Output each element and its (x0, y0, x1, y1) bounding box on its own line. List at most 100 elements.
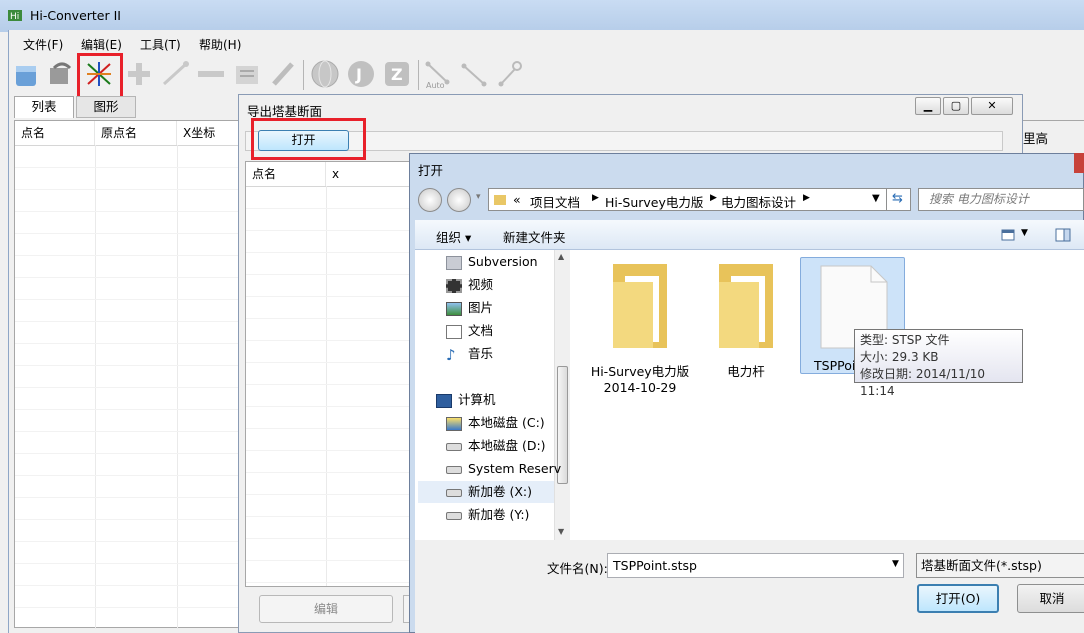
row-divider (246, 450, 414, 451)
column-header-x[interactable]: x (326, 162, 414, 186)
scroll-up-icon[interactable]: ▲ (558, 252, 564, 261)
folder-icon (613, 264, 667, 348)
folder-icon (494, 195, 506, 205)
close-button[interactable]: ✕ (971, 97, 1013, 115)
address-overflow[interactable]: « (513, 192, 521, 207)
filename-dropdown-icon[interactable]: ▼ (892, 559, 899, 569)
nav-item-label: 新加卷 (X:) (468, 484, 533, 499)
globe-icon[interactable] (310, 58, 340, 90)
subversion-icon (446, 255, 462, 270)
z-box-icon[interactable]: Z (382, 58, 412, 90)
row-divider (246, 230, 414, 231)
column-header-name[interactable]: 点名 (15, 121, 95, 145)
navigation-scrollbar[interactable]: ▲ ▼ (554, 250, 570, 540)
history-dropdown-icon[interactable]: ▾ (476, 192, 481, 202)
drive-icon (446, 465, 462, 474)
link-points-icon[interactable] (495, 58, 525, 90)
edit-pen-icon[interactable] (268, 58, 298, 90)
drive-icon (446, 511, 462, 520)
nav-item-label: 本地磁盘 (C:) (468, 415, 545, 430)
export-icon[interactable] (46, 58, 76, 90)
open-button[interactable]: 打开 (258, 130, 349, 151)
address-dropdown-icon[interactable]: ▼ (872, 193, 880, 204)
row-divider (246, 472, 414, 473)
row-divider (15, 541, 238, 542)
add-icon[interactable] (124, 58, 154, 90)
search-input[interactable]: 搜索 电力图标设计 (918, 188, 1084, 211)
auto-label: Auto (426, 81, 445, 90)
scroll-down-icon[interactable]: ▼ (558, 527, 564, 536)
cancel-button[interactable]: 取消 (1017, 584, 1084, 613)
address-segment[interactable]: Hi-Survey电力版 (605, 192, 703, 211)
menu-edit[interactable]: 编辑(E) (81, 36, 122, 53)
row-divider (246, 252, 414, 253)
chevron-right-icon[interactable]: ▶ (592, 193, 599, 203)
tab-graphic[interactable]: 图形 (76, 96, 136, 118)
nav-item-label: 本地磁盘 (D:) (468, 438, 546, 453)
column-header-x[interactable]: X坐标 (177, 121, 239, 145)
row-divider (246, 538, 414, 539)
new-folder-button[interactable]: 新建文件夹 (503, 227, 566, 246)
row-divider (246, 582, 414, 583)
column-header-name[interactable]: 点名 (246, 162, 326, 186)
preview-pane-icon[interactable] (1055, 228, 1071, 242)
menu-file[interactable]: 文件(F) (23, 36, 63, 53)
row-divider (246, 494, 414, 495)
chevron-right-icon[interactable]: ▶ (803, 193, 810, 203)
edit-button[interactable]: 编辑 (259, 595, 393, 623)
column-header-origin-name[interactable]: 原点名 (95, 121, 177, 145)
minimize-button[interactable]: ▁ (915, 97, 941, 115)
organize-menu[interactable]: 组织 ▾ (436, 227, 471, 246)
nav-item-drive-y[interactable]: 新加卷 (Y:) (446, 504, 529, 526)
nav-item-subversion[interactable]: Subversion (446, 251, 538, 273)
chevron-right-icon[interactable]: ▶ (710, 193, 717, 203)
close-button[interactable] (1074, 153, 1084, 173)
view-dropdown-icon[interactable]: ▼ (1021, 228, 1028, 238)
nav-item-system-reserved[interactable]: System Reserv (446, 458, 561, 480)
system-drive-icon (446, 416, 462, 431)
refresh-icon: ⇆ (892, 191, 903, 206)
connect-points-icon[interactable] (459, 58, 489, 90)
filename-input[interactable]: TSPPoint.stsp (607, 553, 904, 578)
tower-section-icon[interactable] (84, 58, 114, 90)
nav-item-drive-c[interactable]: 本地磁盘 (C:) (446, 412, 545, 434)
row-divider (15, 321, 238, 322)
nav-item-drive-d[interactable]: 本地磁盘 (D:) (446, 435, 546, 457)
file-item-folder[interactable]: Hi-Survey电力版 2014-10-29 (590, 258, 690, 395)
back-button[interactable] (418, 188, 442, 212)
open-button[interactable]: 打开(O) (917, 584, 999, 613)
svg-text:J: J (355, 65, 362, 84)
nav-item-computer[interactable]: 计算机 (436, 389, 496, 411)
filetype-select[interactable]: 塔基断面文件(*.stsp) (916, 553, 1084, 578)
nav-item-label: 新加卷 (Y:) (468, 507, 530, 522)
computer-icon (436, 393, 452, 408)
address-segment[interactable]: 电力图标设计 (721, 192, 796, 211)
document-icon[interactable] (232, 58, 262, 90)
menu-tools[interactable]: 工具(T) (140, 36, 181, 53)
row-divider (246, 296, 414, 297)
maximize-button[interactable]: ▢ (943, 97, 969, 115)
row-divider (15, 343, 238, 344)
address-bar[interactable]: « 项目文档 ▶ Hi-Survey电力版 ▶ 电力图标设计 ▶ ▼ (488, 188, 887, 211)
file-item-folder[interactable]: 电力杆 (696, 258, 796, 380)
import-icon[interactable] (12, 58, 42, 90)
row-divider (15, 497, 238, 498)
view-options-icon[interactable] (1001, 229, 1015, 241)
file-name: Hi-Survey电力版 (590, 364, 690, 379)
nav-item-video[interactable]: 视频 (446, 274, 493, 296)
svg-text:Z: Z (391, 65, 403, 84)
nav-item-label: 文档 (468, 323, 494, 338)
menu-help[interactable]: 帮助(H) (199, 36, 241, 53)
nav-item-music[interactable]: ♪ 音乐 (446, 343, 493, 365)
address-segment[interactable]: 项目文档 (530, 192, 580, 211)
nav-item-documents[interactable]: 文档 (446, 320, 493, 342)
nav-item-pictures[interactable]: 图片 (446, 297, 493, 319)
tab-list[interactable]: 列表 (14, 96, 74, 118)
refresh-button[interactable]: ⇆ (887, 188, 911, 211)
remove-icon[interactable] (196, 58, 226, 90)
nav-item-drive-x[interactable]: 新加卷 (X:) (446, 481, 532, 503)
forward-button[interactable] (447, 188, 471, 212)
j-circle-icon[interactable]: J (346, 58, 376, 90)
file-tooltip: 类型: STSP 文件 大小: 29.3 KB 修改日期: 2014/11/10… (854, 329, 1023, 398)
add-line-icon[interactable] (160, 58, 190, 90)
